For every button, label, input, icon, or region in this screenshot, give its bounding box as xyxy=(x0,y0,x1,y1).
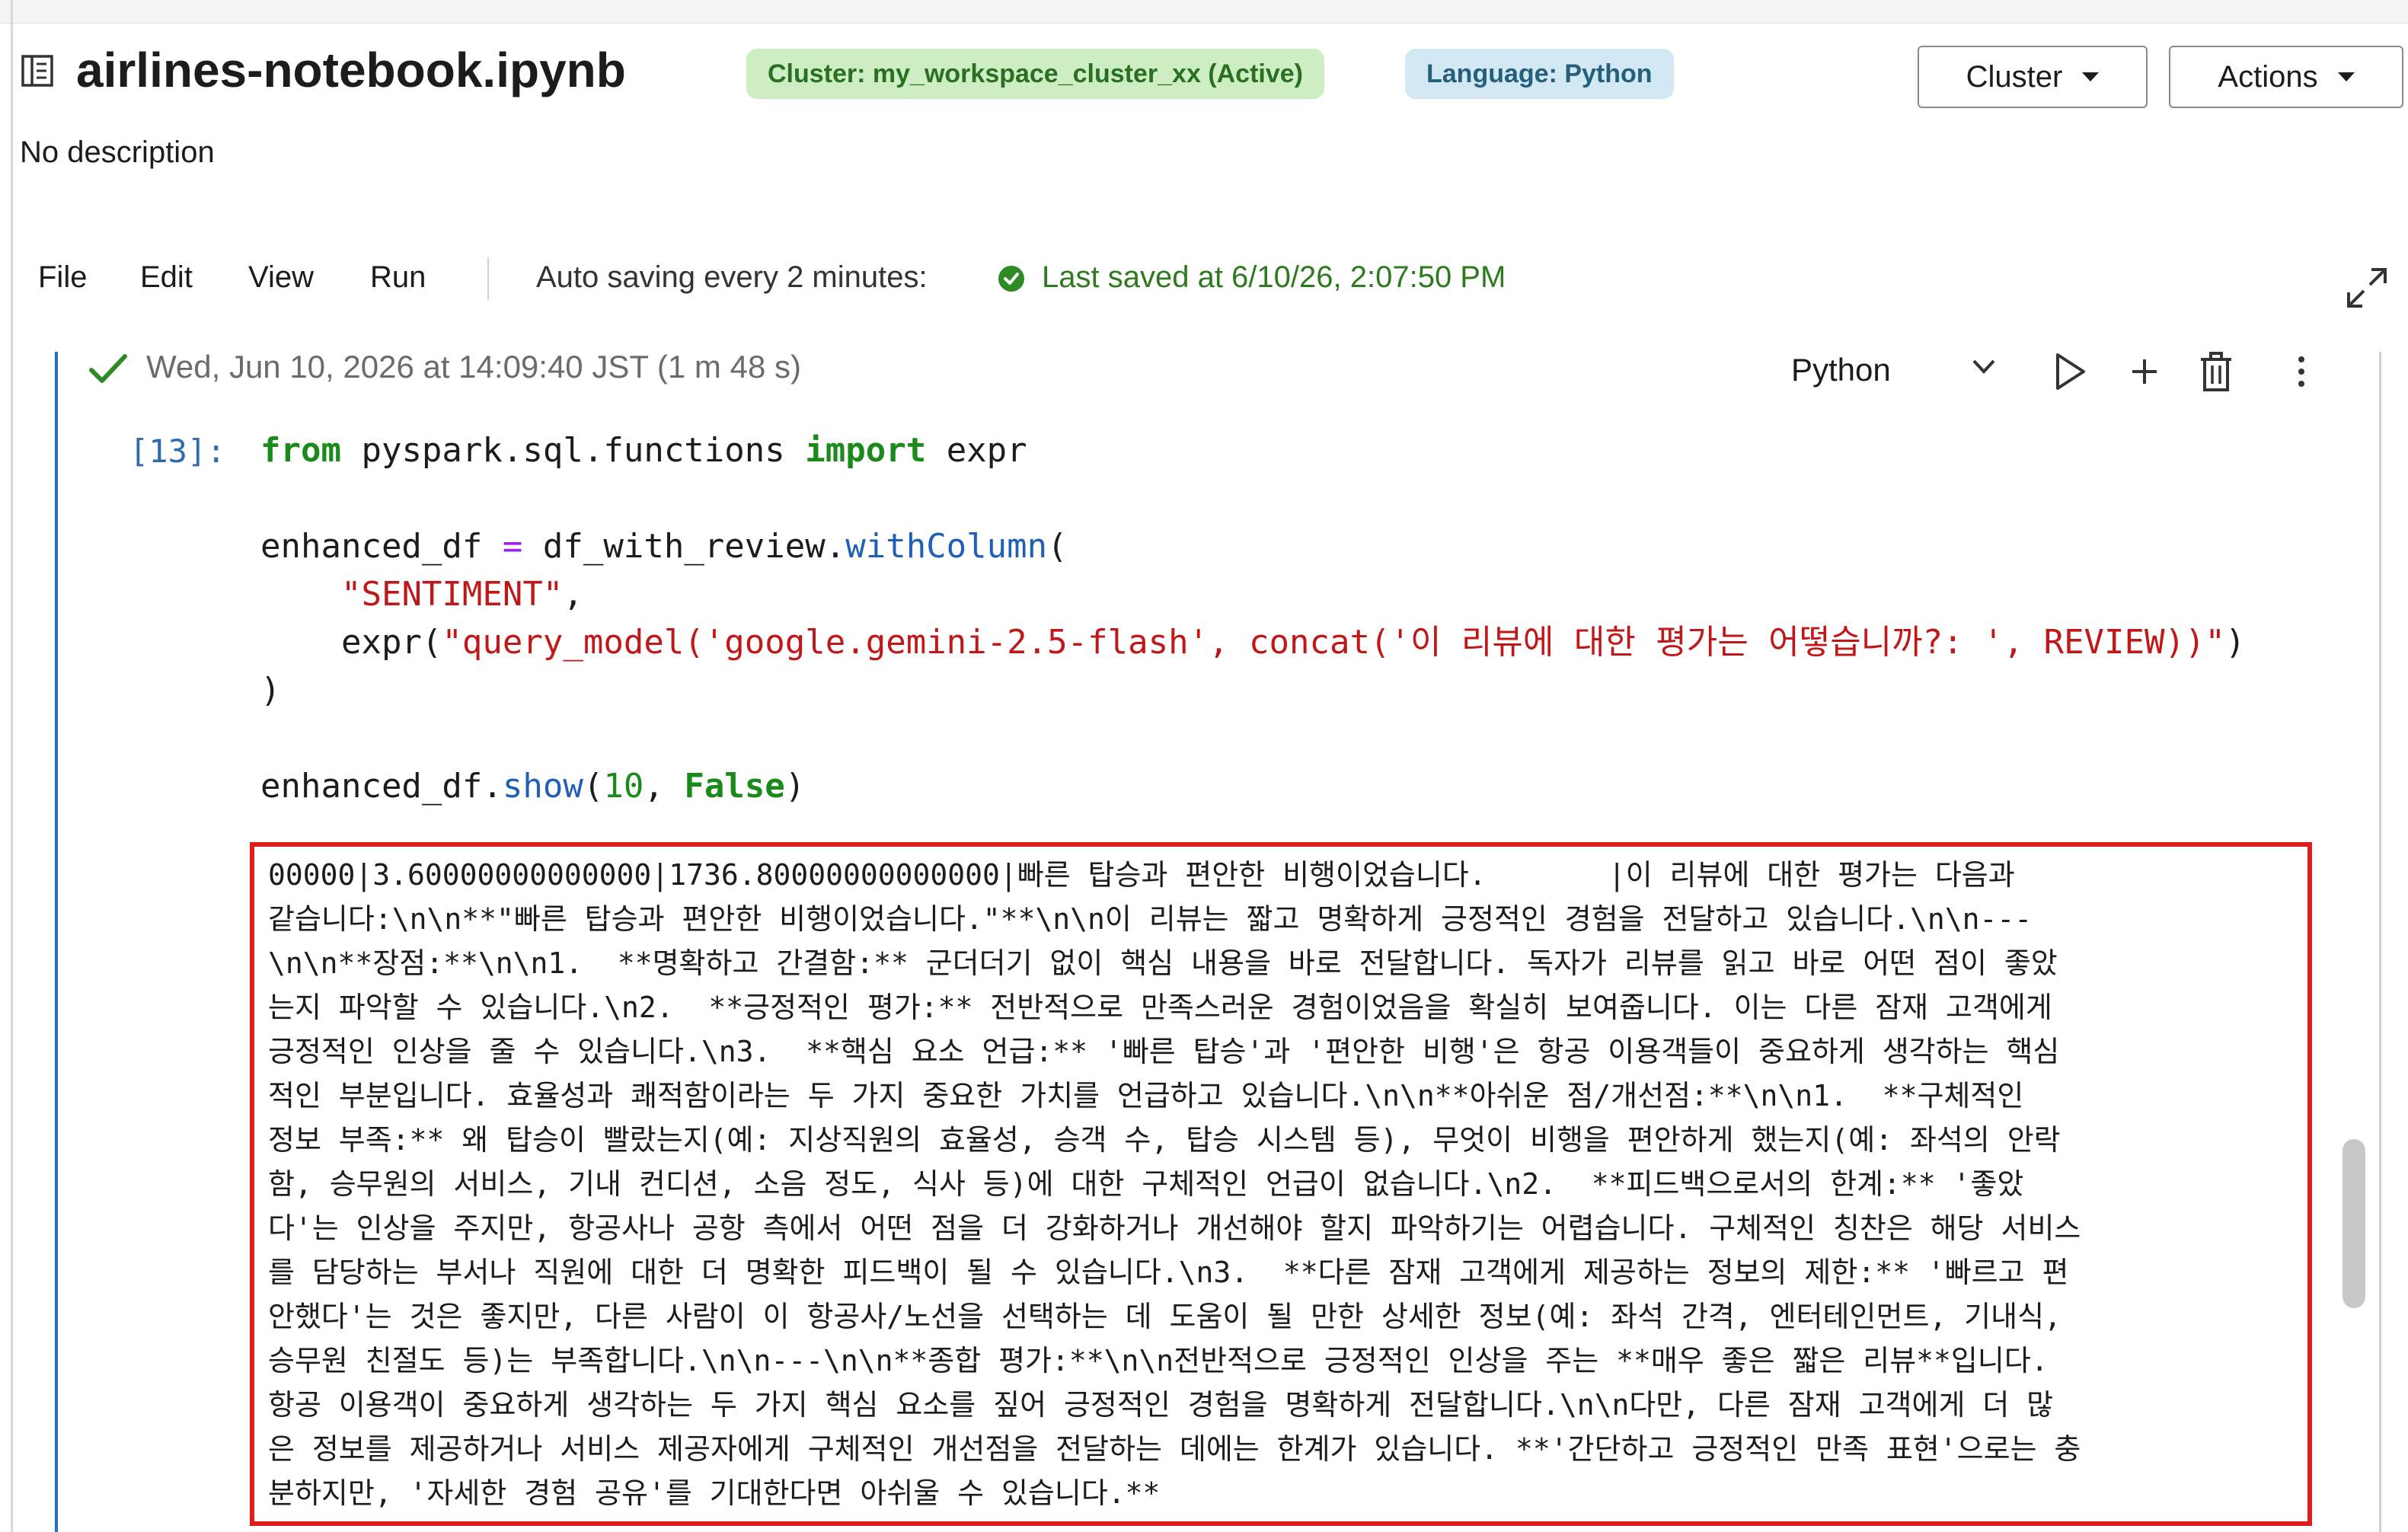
output-line: 다'는 인상을 주지만, 항공사나 공항 측에서 어떤 점을 더 강화하거나 개… xyxy=(268,1211,2081,1245)
add-cell-icon[interactable] xyxy=(2122,349,2167,394)
code-line: from pyspark.sql.functions import expr xyxy=(260,426,2246,474)
menu-run[interactable]: Run xyxy=(370,260,426,295)
cell-right-border xyxy=(2379,352,2381,1532)
code-token: ) xyxy=(260,671,281,710)
output-line: 를 담당하는 부서나 직원에 대한 더 명확한 피드백이 될 수 있습니다.\n… xyxy=(268,1256,2069,1289)
code-token: expr( xyxy=(260,623,442,662)
language-badge: Language: Python xyxy=(1405,49,1674,99)
output-line: 안했다'는 것은 좋지만, 다른 사람이 이 항공사/노선을 선택하는 데 도움… xyxy=(268,1300,2061,1333)
notebook-description[interactable]: No description xyxy=(20,136,215,170)
cell-execution-count: [13]: xyxy=(129,432,226,470)
code-token: df_with_review. xyxy=(522,527,846,566)
cluster-status-badge: Cluster: my_workspace_cluster_xx (Active… xyxy=(746,49,1324,99)
output-line: 정보 부족:** 왜 탑승이 빨랐는지(예: 지상직원의 효율성, 승객 수, … xyxy=(268,1123,2061,1157)
output-line: 적인 부분입니다. 효율성과 쾌적함이라는 두 가지 중요한 가치를 언급하고 … xyxy=(268,1079,2024,1112)
code-token-string: "SENTIMENT" xyxy=(340,575,564,614)
code-token-function: withColumn xyxy=(845,527,1048,566)
output-line: 항공 이용객이 중요하게 생각하는 두 가지 핵심 요소를 짚어 긍정적인 경험… xyxy=(268,1388,2054,1422)
last-saved-status: Last saved at 6/10/26, 2:07:50 PM xyxy=(1042,260,1506,294)
code-token-indent xyxy=(260,575,341,614)
menu-file[interactable]: File xyxy=(38,260,87,295)
code-token: expr xyxy=(926,431,1027,470)
code-token: ) xyxy=(784,767,806,806)
code-token: pyspark.sql.functions xyxy=(340,431,806,470)
code-token: enhanced_df. xyxy=(260,767,503,806)
code-line: enhanced_df.show(10, False) xyxy=(260,762,2246,810)
code-token: ( xyxy=(1047,527,1068,566)
more-vertical-icon[interactable] xyxy=(2279,349,2324,394)
code-token-keyword: import xyxy=(805,431,927,470)
active-cell-indicator xyxy=(55,352,58,1532)
cluster-dropdown-button[interactable]: Cluster xyxy=(1918,46,2148,108)
menu-edit[interactable]: Edit xyxy=(140,260,193,295)
code-token: , xyxy=(563,575,583,614)
code-token-string: "query_model('google.gemini-2.5-flash', … xyxy=(442,623,2225,662)
cell-success-check-icon xyxy=(89,354,127,383)
output-line: 은 정보를 제공하거나 서비스 제공자에게 구체적인 개선점을 전달하는 데에는… xyxy=(268,1432,2081,1466)
chevron-down-icon[interactable] xyxy=(1969,355,1998,378)
code-token: enhanced_df xyxy=(260,527,503,566)
caret-down-icon xyxy=(2337,72,2355,81)
output-line: 긍정적인 인상을 줄 수 있습니다.\n3. **핵심 요소 언급:** '빠른… xyxy=(268,1035,2060,1068)
code-token-keyword: False xyxy=(684,767,785,806)
code-line: expr("query_model('google.gemini-2.5-fla… xyxy=(260,618,2246,666)
notebook-icon xyxy=(21,55,53,87)
output-line: 는지 파악할 수 있습니다.\n2. **긍정적인 평가:** 전반적으로 만족… xyxy=(268,991,2052,1024)
cluster-button-label: Cluster xyxy=(1966,59,2063,94)
toolbar-divider xyxy=(487,257,489,300)
cell-execution-timestamp: Wed, Jun 10, 2026 at 14:09:40 JST (1 m 4… xyxy=(146,349,801,385)
left-edge-rule xyxy=(11,0,13,1532)
code-token: ( xyxy=(583,767,604,806)
output-scrollbar-thumb[interactable] xyxy=(2343,1139,2365,1308)
code-token: ) xyxy=(2225,623,2246,662)
output-line: 같습니다:\n\n**"빠른 탑승과 편안한 비행이었습니다."**\n\n이 … xyxy=(268,902,2033,936)
code-token-number: 10 xyxy=(603,767,644,806)
run-icon[interactable] xyxy=(2046,349,2091,394)
autosave-label: Auto saving every 2 minutes: xyxy=(536,260,928,294)
code-token-function: show xyxy=(502,767,583,806)
top-edge-bar xyxy=(0,0,2408,24)
trash-icon[interactable] xyxy=(2193,349,2239,394)
code-token: , xyxy=(644,767,685,806)
menu-view[interactable]: View xyxy=(248,260,314,295)
output-line: \n\n**장점:**\n\n1. **명확하고 간결함:** 군더더기 없이 … xyxy=(268,946,2058,980)
saved-check-icon xyxy=(998,266,1024,292)
caret-down-icon xyxy=(2082,72,2100,81)
actions-dropdown-button[interactable]: Actions xyxy=(2169,46,2403,108)
output-line: 00000|3.60000000000000|1736.800000000000… xyxy=(268,858,2015,892)
cell-output-area[interactable]: 00000|3.60000000000000|1736.800000000000… xyxy=(250,842,2312,1526)
output-line: 승무원 친절도 등)는 부족합니다.\n\n---\n\n**종합 평가:**\… xyxy=(268,1344,2049,1377)
cell-language-select[interactable]: Python xyxy=(1791,352,1891,388)
code-line: enhanced_df = df_with_review.withColumn( xyxy=(260,522,2246,570)
output-line: 함, 승무원의 서비스, 기내 컨디션, 소음 정도, 식사 등)에 대한 구체… xyxy=(268,1167,2024,1201)
code-token-keyword: from xyxy=(260,431,341,470)
actions-button-label: Actions xyxy=(2218,59,2318,94)
notebook-title: airlines-notebook.ipynb xyxy=(76,43,626,97)
code-editor[interactable]: from pyspark.sql.functions import expr e… xyxy=(260,426,2246,810)
code-line: ) xyxy=(260,666,2246,714)
code-line: "SENTIMENT", xyxy=(260,570,2246,618)
code-token-operator: = xyxy=(502,527,523,566)
output-line: 분하지만, '자세한 경험 공유'를 기대한다면 아쉬울 수 있습니다.** xyxy=(268,1476,1161,1510)
expand-icon[interactable] xyxy=(2344,265,2390,311)
